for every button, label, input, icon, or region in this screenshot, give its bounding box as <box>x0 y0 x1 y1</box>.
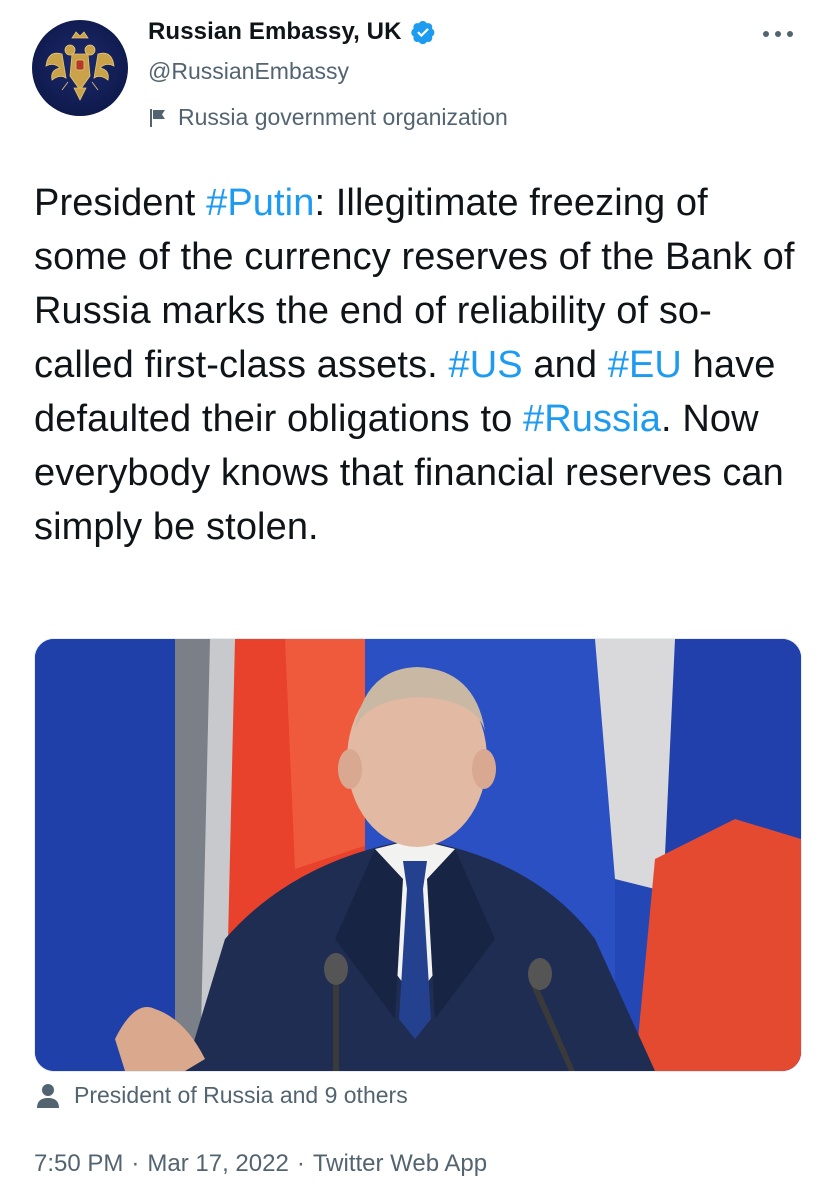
tweet-metadata: 7:50 PM · Mar 17, 2022 · Twitter Web App <box>34 1150 487 1178</box>
tweet-photo[interactable] <box>34 638 802 1072</box>
government-label[interactable]: Russia government organization <box>178 104 508 131</box>
text-segment: and <box>522 344 608 386</box>
eagle-emblem-icon <box>45 31 115 101</box>
tagged-people-row[interactable]: President of Russia and 9 others <box>36 1082 408 1109</box>
flag-icon <box>150 108 165 127</box>
tweet-source[interactable]: Twitter Web App <box>313 1150 487 1178</box>
hashtag-link-us[interactable]: #US <box>448 344 522 386</box>
text-segment: President <box>34 182 207 224</box>
person-icon <box>37 1083 59 1108</box>
photo-image <box>35 639 801 1071</box>
hashtag-link-putin[interactable]: #Putin <box>206 182 314 224</box>
hashtag-link-russia[interactable]: #Russia <box>523 398 661 440</box>
tagged-people-text[interactable]: President of Russia and 9 others <box>74 1082 408 1109</box>
tweet-text: President #Putin: Illegitimate freezing … <box>34 176 804 554</box>
more-options-icon[interactable] <box>760 24 796 44</box>
hashtag-link-eu[interactable]: #EU <box>608 344 682 386</box>
name-row: Russian Embassy, UK <box>148 18 436 46</box>
tweet-time[interactable]: 7:50 PM <box>34 1150 123 1178</box>
handle[interactable]: @RussianEmbassy <box>148 58 349 85</box>
tweet: Russian Embassy, UK @RussianEmbassy Russ… <box>0 0 832 1200</box>
display-name[interactable]: Russian Embassy, UK <box>148 18 402 46</box>
tweet-date[interactable]: Mar 17, 2022 <box>147 1150 288 1178</box>
verified-badge-icon <box>410 20 434 45</box>
separator: · <box>131 1150 140 1177</box>
affiliation-label-row: Russia government organization <box>148 104 508 131</box>
avatar[interactable] <box>32 20 128 116</box>
separator: · <box>296 1150 305 1177</box>
